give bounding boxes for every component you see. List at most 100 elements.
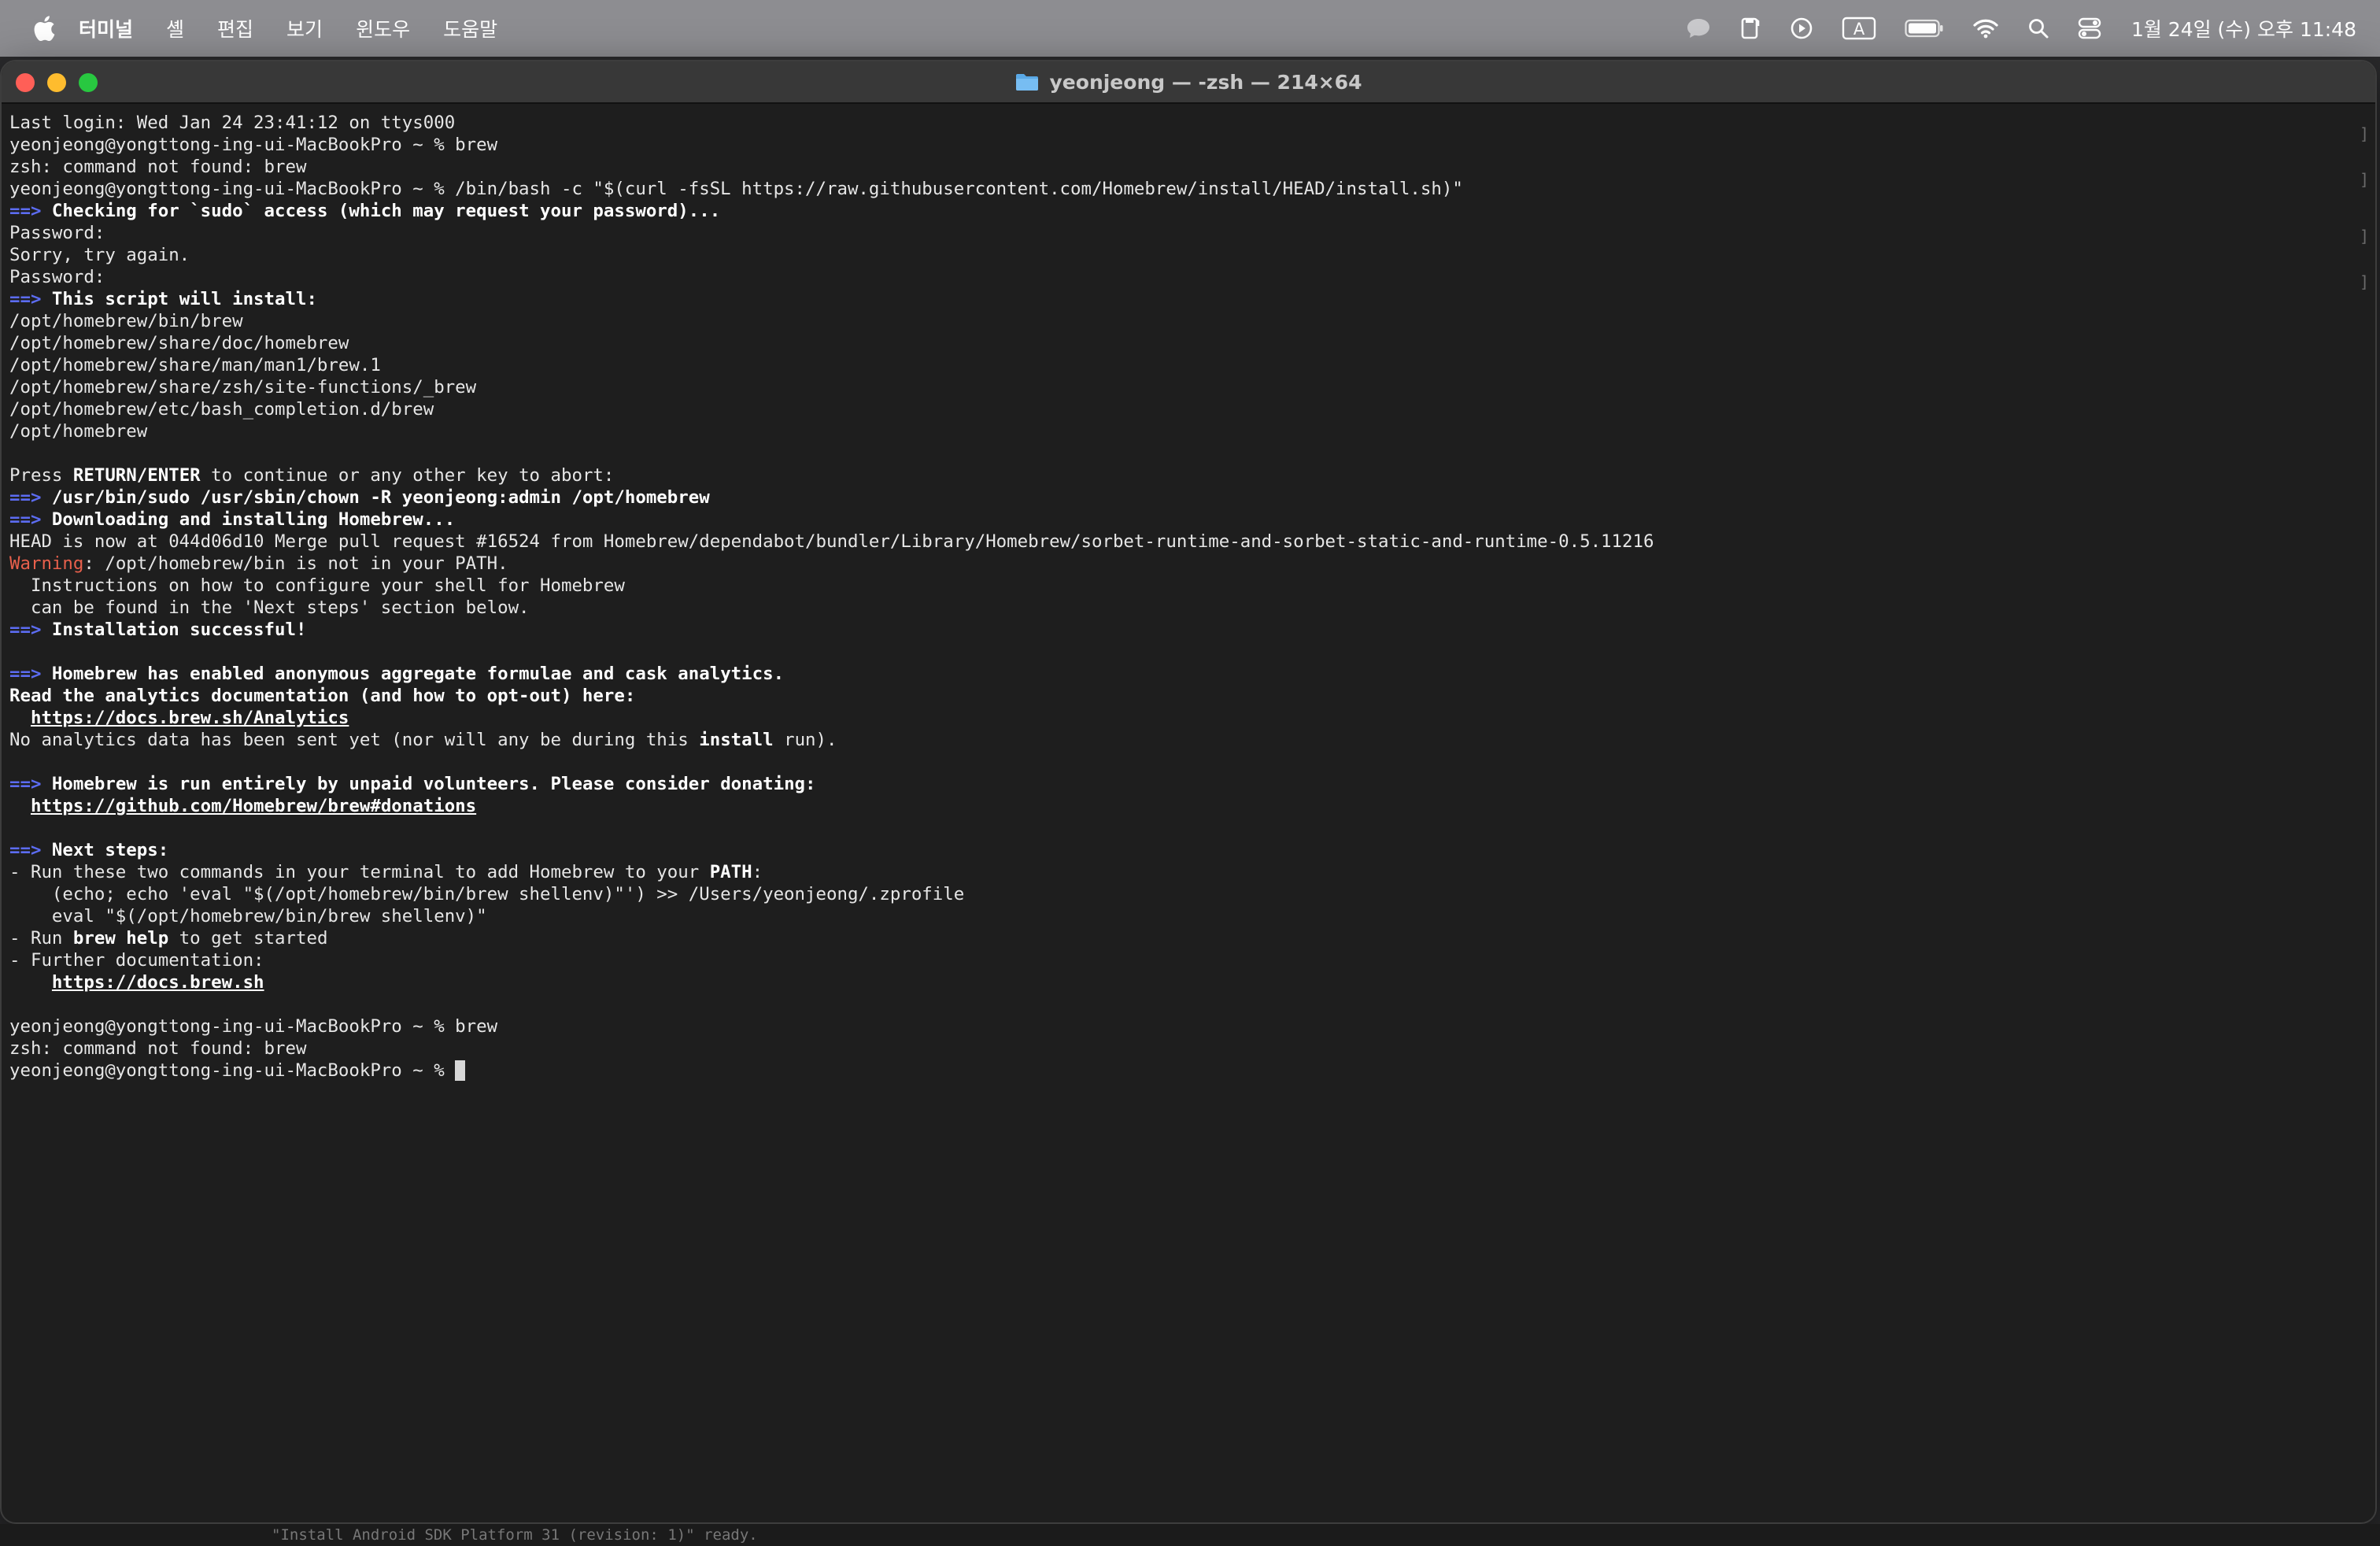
terminal-line: can be found in the 'Next steps' section… bbox=[9, 597, 2360, 619]
terminal-line: eval "$(/opt/homebrew/bin/brew shellenv)… bbox=[9, 905, 2360, 927]
terminal-line: https://docs.brew.sh bbox=[9, 971, 2360, 993]
terminal-text: can be found in the 'Next steps' section… bbox=[9, 597, 530, 618]
control-center-icon[interactable] bbox=[2078, 0, 2101, 57]
zoom-button[interactable] bbox=[79, 73, 98, 92]
terminal-text: : bbox=[752, 862, 763, 882]
terminal-line: ==> Homebrew is run entirely by unpaid v… bbox=[9, 773, 2360, 795]
close-button[interactable] bbox=[16, 73, 35, 92]
terminal-line: yeonjeong@yongttong-ing-ui-MacBookPro ~ … bbox=[9, 134, 2360, 156]
battery-icon[interactable] bbox=[1905, 0, 1944, 57]
terminal-line: /opt/homebrew bbox=[9, 420, 2360, 442]
terminal-line: Read the analytics documentation (and ho… bbox=[9, 685, 2360, 707]
menu-shell[interactable]: 셸 bbox=[166, 14, 184, 43]
terminal-line: - Run these two commands in your termina… bbox=[9, 861, 2360, 883]
terminal-text: (echo; echo 'eval "$(/opt/homebrew/bin/b… bbox=[9, 884, 965, 904]
input-source-label: A bbox=[1853, 20, 1865, 39]
terminal-text: Sorry, try again. bbox=[9, 245, 190, 265]
terminal-line: Password: bbox=[9, 266, 2360, 288]
wifi-icon[interactable] bbox=[1972, 0, 1999, 57]
terminal-text: Instructions on how to configure your sh… bbox=[9, 575, 625, 596]
terminal-bold-text: Next steps: bbox=[41, 840, 169, 860]
terminal-text: Last login: Wed Jan 24 23:41:12 on ttys0… bbox=[9, 113, 456, 133]
terminal-link[interactable]: https://github.com/Homebrew/brew#donatio… bbox=[31, 796, 476, 816]
terminal-line: Instructions on how to configure your sh… bbox=[9, 575, 2360, 597]
section-arrow: ==> bbox=[9, 774, 42, 794]
terminal-line: zsh: command not found: brew bbox=[9, 1037, 2360, 1060]
terminal-text: yeonjeong@yongttong-ing-ui-MacBookPro ~ … bbox=[9, 135, 498, 155]
terminal-line: ==> Installation successful! bbox=[9, 619, 2360, 641]
menu-help[interactable]: 도움말 bbox=[443, 14, 497, 43]
terminal-bold-text: Installation successful! bbox=[41, 620, 307, 640]
terminal-text: Password: bbox=[9, 223, 105, 243]
terminal-line: https://docs.brew.sh/Analytics bbox=[9, 707, 2360, 729]
window-title: yeonjeong — -zsh — 214×64 bbox=[1049, 70, 1362, 94]
window-title-group: yeonjeong — -zsh — 214×64 bbox=[1015, 71, 1362, 94]
terminal-link[interactable]: https://docs.brew.sh/Analytics bbox=[31, 708, 349, 728]
terminal-text: - Run bbox=[9, 928, 73, 949]
terminal-text: Press bbox=[9, 465, 73, 486]
terminal-bold-text: install bbox=[699, 730, 774, 750]
terminal-line: /opt/homebrew/etc/bash_completion.d/brew bbox=[9, 398, 2360, 420]
terminal-text: /opt/homebrew/share/man/man1/brew.1 bbox=[9, 355, 381, 375]
terminal-output[interactable]: Last login: Wed Jan 24 23:41:12 on ttys0… bbox=[9, 107, 2360, 1522]
minimize-button[interactable] bbox=[47, 73, 66, 92]
section-arrow: ==> bbox=[9, 201, 42, 221]
terminal-line: /opt/homebrew/share/zsh/site-functions/_… bbox=[9, 376, 2360, 398]
terminal-text: /opt/homebrew/share/zsh/site-functions/_… bbox=[9, 377, 477, 398]
terminal-line: ==> /usr/bin/sudo /usr/sbin/chown -R yeo… bbox=[9, 486, 2360, 509]
warning-label: Warning bbox=[9, 553, 84, 574]
terminal-bold-text: brew help bbox=[72, 928, 169, 949]
terminal-link[interactable]: https://docs.brew.sh bbox=[52, 972, 264, 993]
terminal-text: Password: bbox=[9, 267, 105, 287]
terminal-line: Sorry, try again. bbox=[9, 244, 2360, 266]
terminal-line: HEAD is now at 044d06d10 Merge pull requ… bbox=[9, 531, 2360, 553]
terminal-line: No analytics data has been sent yet (nor… bbox=[9, 729, 2360, 751]
terminal-line: Password: bbox=[9, 222, 2360, 244]
terminal-bold-text: /usr/bin/sudo /usr/sbin/chown -R yeonjeo… bbox=[41, 487, 710, 508]
terminal-line: (echo; echo 'eval "$(/opt/homebrew/bin/b… bbox=[9, 883, 2360, 905]
menu-view[interactable]: 보기 bbox=[286, 14, 323, 43]
terminal-line: https://github.com/Homebrew/brew#donatio… bbox=[9, 795, 2360, 817]
play-icon[interactable] bbox=[1790, 0, 1813, 57]
window-titlebar[interactable]: yeonjeong — -zsh — 214×64 bbox=[2, 61, 2375, 104]
terminal-line: ==> Checking for `sudo` access (which ma… bbox=[9, 200, 2360, 222]
notes-icon[interactable] bbox=[1739, 0, 1761, 57]
terminal-text: yeonjeong@yongttong-ing-ui-MacBookPro ~ … bbox=[9, 1016, 498, 1037]
chat-icon[interactable] bbox=[1686, 0, 1711, 57]
apple-menu-icon[interactable] bbox=[33, 16, 55, 41]
menu-window[interactable]: 윈도우 bbox=[356, 14, 410, 43]
spotlight-icon[interactable] bbox=[2027, 0, 2049, 57]
menu-clock[interactable]: 1월 24일 (수) 오후 11:48 bbox=[2131, 14, 2356, 43]
terminal-text: /opt/homebrew/bin/brew bbox=[9, 311, 243, 331]
terminal-text: - Further documentation: bbox=[9, 950, 264, 971]
menu-bar: 터미널 셸 편집 보기 윈도우 도움말 A 1월 24일 (수) 오후 11:4… bbox=[0, 0, 2380, 57]
section-arrow: ==> bbox=[9, 487, 42, 508]
input-source-icon[interactable]: A bbox=[1842, 0, 1876, 57]
terminal-text: to get started bbox=[168, 928, 328, 949]
terminal-line: /opt/homebrew/share/man/man1/brew.1 bbox=[9, 354, 2360, 376]
terminal-line: zsh: command not found: brew bbox=[9, 156, 2360, 178]
terminal-line: Last login: Wed Jan 24 23:41:12 on ttys0… bbox=[9, 112, 2360, 134]
terminal-line: ==> Downloading and installing Homebrew.… bbox=[9, 509, 2360, 531]
text-cursor bbox=[455, 1060, 466, 1081]
folder-icon bbox=[1015, 74, 1038, 91]
terminal-text: /opt/homebrew/etc/bash_completion.d/brew bbox=[9, 399, 434, 420]
terminal-line: ==> Next steps: bbox=[9, 839, 2360, 861]
terminal-line: - Further documentation: bbox=[9, 949, 2360, 971]
terminal-text: to continue or any other key to abort: bbox=[200, 465, 615, 486]
section-arrow: ==> bbox=[9, 840, 42, 860]
menu-app-name[interactable]: 터미널 bbox=[79, 14, 133, 43]
terminal-window: yeonjeong — -zsh — 214×64 Last login: We… bbox=[0, 60, 2377, 1524]
terminal-bold-text: Downloading and installing Homebrew... bbox=[41, 509, 456, 530]
menu-edit[interactable]: 편집 bbox=[217, 14, 253, 43]
terminal-line: ==> This script will install: bbox=[9, 288, 2360, 310]
terminal-line: - Run brew help to get started bbox=[9, 927, 2360, 949]
terminal-line: yeonjeong@yongttong-ing-ui-MacBookPro ~ … bbox=[9, 178, 2360, 200]
traffic-lights bbox=[16, 73, 98, 92]
